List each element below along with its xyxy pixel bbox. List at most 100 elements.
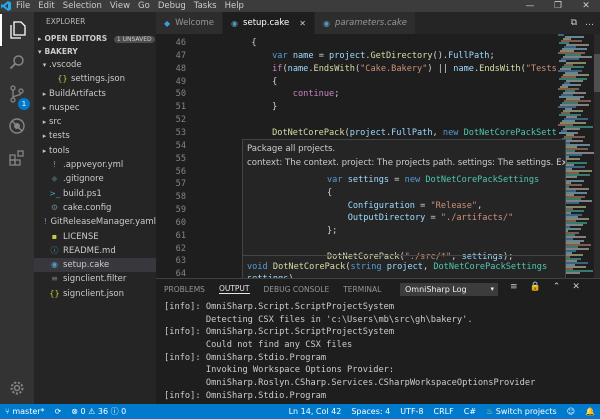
close-window-button[interactable]: ✕ <box>572 0 600 12</box>
tree-item[interactable]: ⚙ cake.config <box>34 201 156 215</box>
tab-debug-console[interactable]: DEBUG CONSOLE <box>264 285 330 294</box>
code-token: DotNetCorePackSettings <box>433 262 548 272</box>
tree-item[interactable]: ▸ tools <box>34 144 156 158</box>
editor-tab[interactable]: ◉ parameters.cake <box>314 12 416 34</box>
status-bar: ⑂ master* ⟳ ⊗ 0 ⚠ 36 ⓘ 0 Ln 14, Col 42 S… <box>0 404 600 419</box>
code-token: name <box>292 50 314 61</box>
cake-file-icon: ◉ <box>231 18 239 28</box>
output-line: [info]: OmniSharp.Stdio.Program <box>164 390 327 401</box>
code-token: name <box>453 63 474 74</box>
tab-problems[interactable]: PROBLEMS <box>164 285 205 294</box>
tree-item[interactable]: ▸ src <box>34 115 156 129</box>
editor-tab[interactable]: ◆ Welcome <box>156 12 224 34</box>
bakery-folder-header[interactable]: ▾ BAKERY <box>34 45 156 58</box>
close-panel-icon[interactable]: ✕ <box>572 282 580 292</box>
tab-output[interactable]: OUTPUT <box>218 284 250 294</box>
sync-icon[interactable]: ⟳ <box>50 404 67 419</box>
tree-item[interactable]: ▸ nuspec <box>34 101 156 115</box>
maximize-panel-icon[interactable]: ⌃ <box>553 282 561 292</box>
panel-actions: ≡ 🔒 ⌃ ✕ <box>510 282 580 292</box>
menu-help[interactable]: Help <box>221 0 248 12</box>
tree-item[interactable]: ▸ tests <box>34 129 156 143</box>
switch-projects[interactable]: ♨ Switch projects <box>481 404 562 419</box>
file-tree: ▾ .vscode{} settings.json ▸ BuildArtifacts ▸ n… <box>34 58 156 301</box>
menu-view[interactable]: View <box>106 0 134 12</box>
line-ending[interactable]: CRLF <box>429 404 459 419</box>
activity-bar: 1 <box>0 12 34 404</box>
code-token: DotNetCorePack <box>272 262 346 272</box>
output-channel-select[interactable]: OmniSharp Log ▾ <box>400 283 498 296</box>
tree-item[interactable]: ◆ .gitignore <box>34 172 156 186</box>
split-editor-icon[interactable]: ⧉ <box>571 18 577 28</box>
tree-item[interactable]: ▾ .vscode <box>34 58 156 72</box>
menu-selection[interactable]: Selection <box>59 0 106 12</box>
menu-edit[interactable]: Edit <box>34 0 58 12</box>
menu-file[interactable]: File <box>12 0 34 12</box>
files-icon[interactable] <box>0 14 34 46</box>
problems-indicator[interactable]: ⊗ 0 ⚠ 36 ⓘ 0 <box>66 404 131 419</box>
code-token: DotNetCorePackSettings <box>425 175 540 185</box>
tree-item-label: README.md <box>63 245 116 256</box>
chevron-right-icon: ▸ <box>38 35 42 43</box>
minimap-line <box>558 34 564 36</box>
minimize-button[interactable]: — <box>516 0 544 12</box>
code-token: { <box>210 38 257 48</box>
lock-scroll-icon[interactable]: 🔒 <box>530 282 541 292</box>
menu-debug[interactable]: Debug <box>154 0 190 12</box>
line-number: 55 <box>175 153 186 164</box>
more-actions-icon[interactable]: … <box>585 18 594 28</box>
tree-item[interactable]: ! .appveyor.yml <box>34 158 156 172</box>
line-number: 64 <box>175 269 186 278</box>
manage-gear-icon[interactable] <box>0 372 34 404</box>
menu-tasks[interactable]: Tasks <box>190 0 221 12</box>
code-line: 49 { <box>156 76 556 89</box>
close-tab-icon[interactable]: ✕ <box>299 19 306 28</box>
open-editors-header[interactable]: ▸ OPEN EDITORS 1 UNSAVED <box>34 32 156 45</box>
debug-icon[interactable] <box>0 110 34 142</box>
editor-scrollbar[interactable] <box>594 34 600 278</box>
tree-item[interactable]: {} signclient.json <box>34 287 156 301</box>
tabs: ◆ Welcome ◉ setup.cake ✕ ◉ parameters.cake <box>156 12 416 34</box>
error-count: 0 <box>80 407 86 416</box>
indentation[interactable]: Spaces: 4 <box>346 404 395 419</box>
menu-go[interactable]: Go <box>134 0 154 12</box>
maximize-button[interactable]: ❐ <box>544 0 572 12</box>
cursor-position[interactable]: Ln 14, Col 42 <box>284 404 347 419</box>
tree-item[interactable]: {} settings.json <box>34 72 156 86</box>
tree-item[interactable]: >_ build.ps1 <box>34 187 156 201</box>
chevron-down-icon: ▾ <box>490 285 494 293</box>
notifications-bell-icon[interactable]: 🔔 <box>580 404 600 419</box>
tree-item[interactable]: ▸ BuildArtifacts <box>34 87 156 101</box>
chevron-right-icon: ▸ <box>42 132 47 141</box>
line-number: 56 <box>175 166 186 177</box>
code-token: var <box>272 50 288 61</box>
branch-indicator[interactable]: ⑂ master* <box>0 404 50 419</box>
code-token: OutputDirectory <box>347 213 426 224</box>
output-log[interactable]: [info]: OmniSharp.Script.ScriptProjectSy… <box>164 301 594 405</box>
code-token: project <box>349 127 386 138</box>
code-token: = <box>425 213 441 224</box>
feedback-smiley-icon[interactable]: ☺ <box>562 404 580 419</box>
tree-item[interactable]: ▪ LICENSE <box>34 230 156 244</box>
clear-output-icon[interactable]: ≡ <box>510 282 518 292</box>
tree-item[interactable]: ! GitReleaseManager.yaml <box>34 215 156 229</box>
scrollbar-thumb[interactable] <box>594 54 600 92</box>
editor-tab[interactable]: ◉ setup.cake ✕ <box>223 12 315 34</box>
tab-terminal[interactable]: TERMINAL <box>343 285 381 294</box>
chevron-down-icon: ▾ <box>42 61 47 69</box>
extensions-icon[interactable] <box>0 142 34 174</box>
tree-item[interactable]: ⓘ README.md <box>34 244 156 258</box>
encoding[interactable]: UTF-8 <box>395 404 428 419</box>
search-icon[interactable] <box>0 46 34 78</box>
tree-item[interactable]: ≡ signclient.filter <box>34 272 156 286</box>
line-number: 53 <box>175 127 186 138</box>
source-control-icon[interactable]: 1 <box>0 78 34 110</box>
vscode-logo-icon <box>0 0 12 12</box>
tree-item[interactable]: ◉ setup.cake <box>34 258 156 273</box>
code-token: FullPath <box>448 50 490 61</box>
tree-item-label: setup.cake <box>63 260 110 271</box>
language-mode[interactable]: C# <box>459 404 481 419</box>
line-number: 61 <box>175 230 186 241</box>
hover-code-line: }; <box>327 225 565 238</box>
